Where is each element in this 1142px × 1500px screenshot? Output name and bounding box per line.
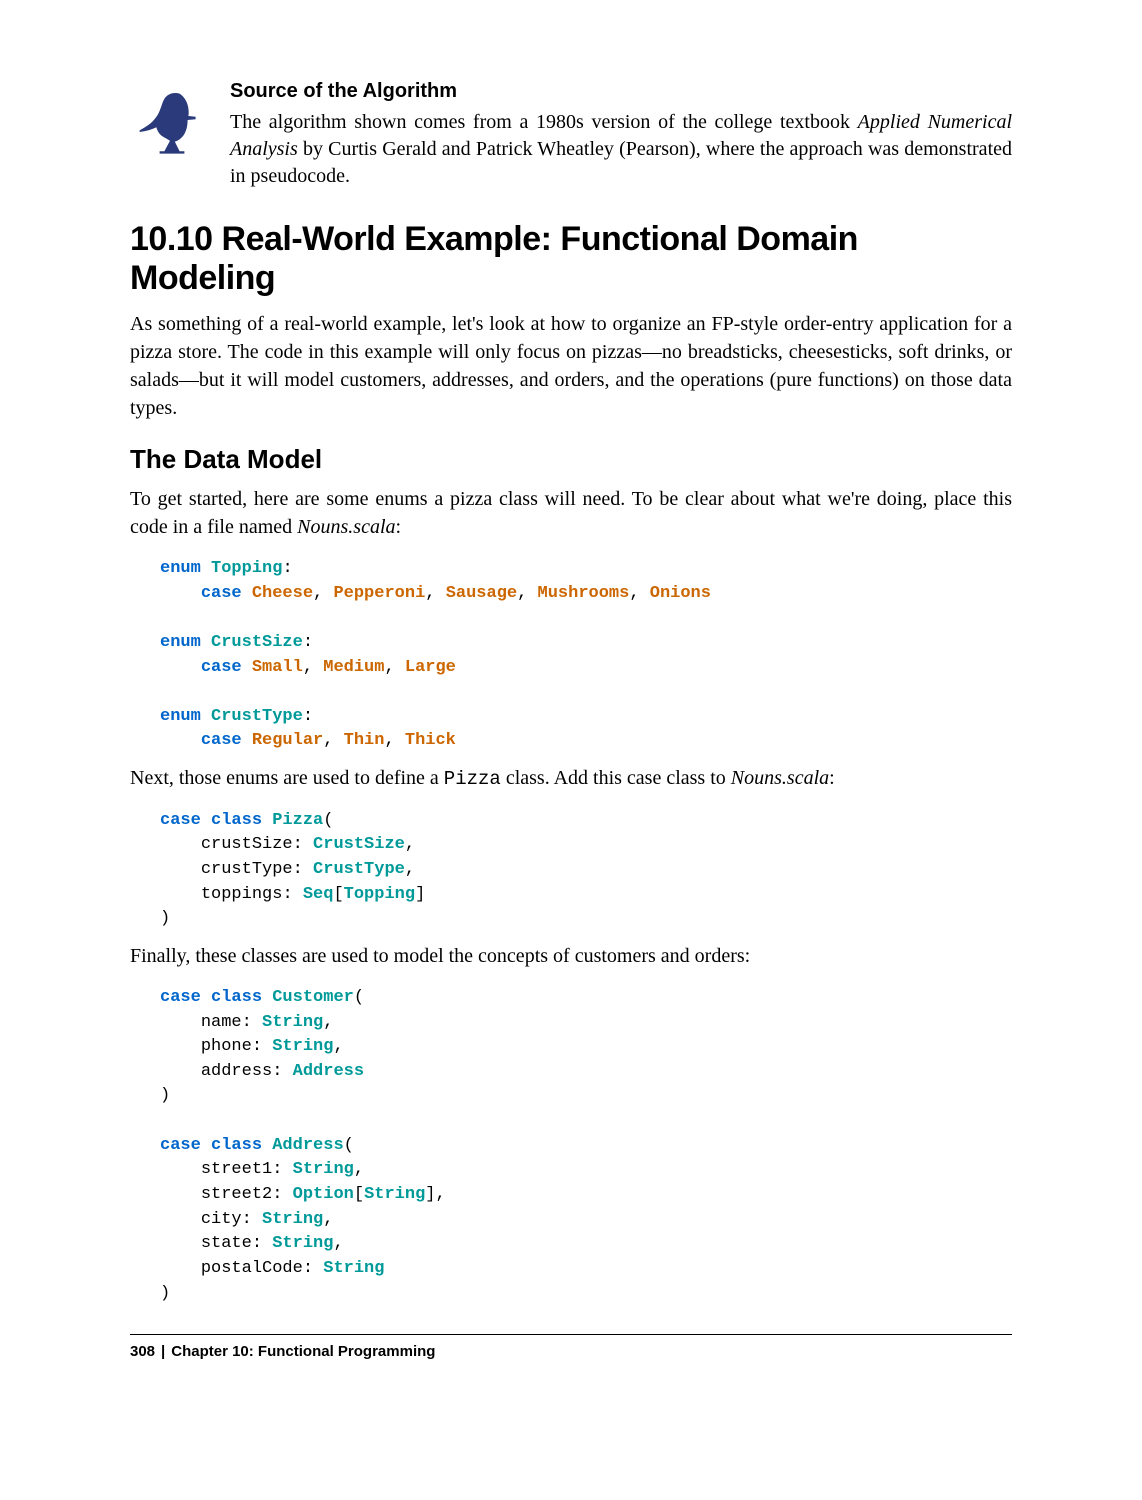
note-block: Source of the Algorithm The algorithm sh… [130, 80, 1012, 190]
field-type: String [272, 1234, 333, 1253]
section-intro: As something of a real-world example, le… [130, 310, 1012, 422]
field-name: toppings [201, 885, 283, 904]
field-name: crustSize [201, 835, 293, 854]
field-type: String [262, 1210, 323, 1229]
type-address: Address [272, 1136, 343, 1155]
type-crustsize: CrustSize [211, 633, 303, 652]
enum-val: Thick [405, 731, 456, 750]
enum-val: Medium [323, 658, 384, 677]
para1-b: : [396, 516, 402, 538]
para2-em: Nouns.scala [731, 767, 829, 789]
code-block-pizza: case class Pizza( crustSize: CrustSize, … [160, 809, 1012, 932]
kw-case-class: case class [160, 1136, 262, 1155]
para2-code: Pizza [444, 768, 501, 790]
field-type: String [364, 1185, 425, 1204]
page-footer: 308 | Chapter 10: Functional Programming [130, 1343, 1012, 1360]
type-customer: Customer [272, 988, 354, 1007]
footer-rule [130, 1334, 1012, 1335]
note-text-a: The algorithm shown comes from a 1980s v… [230, 111, 858, 133]
field-name: crustType [201, 860, 293, 879]
para2-c: : [829, 767, 835, 789]
field-name: street1 [201, 1160, 272, 1179]
enum-val: Small [252, 658, 303, 677]
enum-val: Regular [252, 731, 323, 750]
field-type: String [323, 1259, 384, 1278]
field-type: Topping [344, 885, 415, 904]
subsection-heading: The Data Model [130, 444, 1012, 475]
field-name: name [201, 1013, 242, 1032]
para-3: Finally, these classes are used to model… [130, 942, 1012, 970]
field-type: String [272, 1037, 333, 1056]
field-name: postalCode [201, 1259, 303, 1278]
field-name: street2 [201, 1185, 272, 1204]
enum-val: Cheese [252, 584, 313, 603]
field-type: Seq [303, 885, 334, 904]
field-type: Address [293, 1062, 364, 1081]
para2-b: class. Add this case class to [501, 767, 731, 789]
enum-val: Pepperoni [333, 584, 425, 603]
crow-icon [130, 84, 210, 169]
note-title: Source of the Algorithm [230, 80, 1012, 103]
field-type: Option [293, 1185, 354, 1204]
enum-val: Sausage [446, 584, 517, 603]
kw-enum: enum [160, 707, 201, 726]
kw-case-class: case class [160, 988, 262, 1007]
enum-val: Mushrooms [538, 584, 630, 603]
kw-case-class: case class [160, 811, 262, 830]
footer-divider: | [161, 1343, 165, 1360]
kw-case: case [201, 584, 242, 603]
field-name: phone [201, 1037, 252, 1056]
code-block-enums: enum Topping: case Cheese, Pepperoni, Sa… [160, 557, 1012, 754]
code-block-customer-address: case class Customer( name: String, phone… [160, 986, 1012, 1306]
kw-case: case [201, 658, 242, 677]
note-text-b: by Curtis Gerald and Patrick Wheatley (P… [230, 138, 1012, 187]
enum-val: Thin [344, 731, 385, 750]
para-2: Next, those enums are used to define a P… [130, 764, 1012, 793]
type-topping: Topping [211, 559, 282, 578]
para1-em: Nouns.scala [297, 516, 395, 538]
note-text: The algorithm shown comes from a 1980s v… [230, 109, 1012, 190]
field-type: String [293, 1160, 354, 1179]
field-name: city [201, 1210, 242, 1229]
chapter-label: Chapter 10: Functional Programming [171, 1343, 435, 1360]
enum-val: Large [405, 658, 456, 677]
para2-a: Next, those enums are used to define a [130, 767, 444, 789]
kw-case: case [201, 731, 242, 750]
field-name: address [201, 1062, 272, 1081]
note-body: Source of the Algorithm The algorithm sh… [230, 80, 1012, 190]
field-name: state [201, 1234, 252, 1253]
type-pizza: Pizza [272, 811, 323, 830]
kw-enum: enum [160, 633, 201, 652]
field-type: CrustSize [313, 835, 405, 854]
page-number: 308 [130, 1343, 155, 1360]
field-type: CrustType [313, 860, 405, 879]
page: Source of the Algorithm The algorithm sh… [0, 0, 1142, 1400]
type-crusttype: CrustType [211, 707, 303, 726]
section-heading: 10.10 Real-World Example: Functional Dom… [130, 220, 1012, 298]
para-1: To get started, here are some enums a pi… [130, 485, 1012, 541]
para1-a: To get started, here are some enums a pi… [130, 488, 1012, 538]
kw-enum: enum [160, 559, 201, 578]
enum-val: Onions [650, 584, 711, 603]
field-type: String [262, 1013, 323, 1032]
